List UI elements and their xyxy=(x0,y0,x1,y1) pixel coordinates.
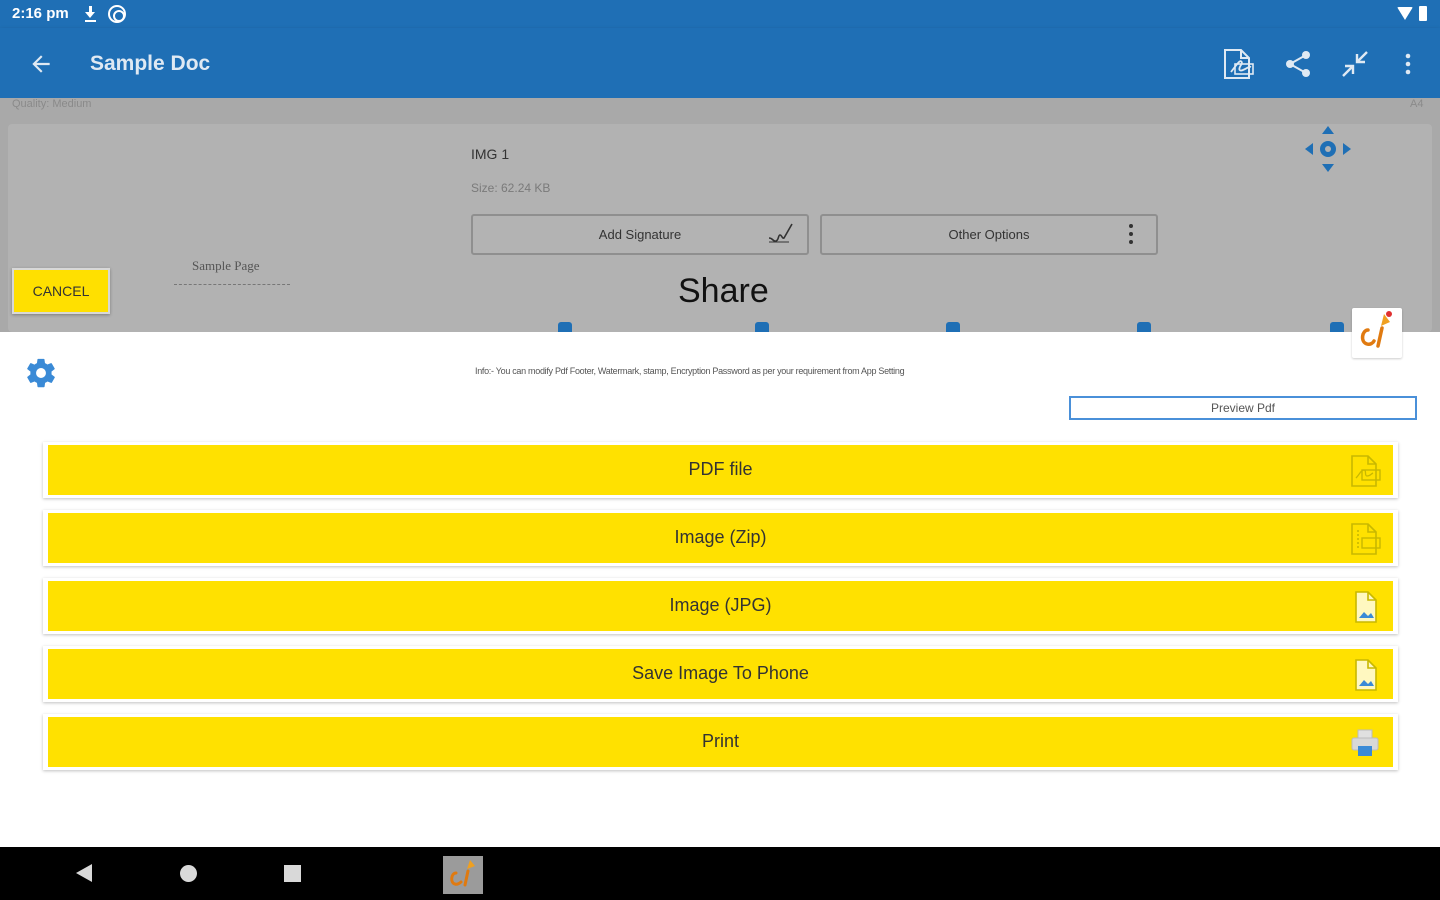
collapse-icon[interactable] xyxy=(1337,46,1373,82)
status-time: 2:16 pm xyxy=(12,5,69,22)
sample-page-thumbnail: Sample Page xyxy=(192,258,260,273)
wifi-icon xyxy=(1397,7,1413,20)
download-icon xyxy=(83,3,97,23)
app-bar: Sample Doc xyxy=(0,28,1440,98)
peek-icon xyxy=(558,322,572,332)
image-size: Size: 62.24 KB xyxy=(471,181,551,195)
share-option-pdf-file[interactable]: PDF file xyxy=(43,442,1398,498)
printer-icon xyxy=(1351,729,1379,756)
quality-label: Quality: Medium xyxy=(12,98,92,110)
share-option-image-zip[interactable]: Image (Zip) xyxy=(43,510,1398,566)
share-option-print[interactable]: Print xyxy=(43,714,1398,770)
share-option-save-image[interactable]: Save Image To Phone xyxy=(43,646,1398,702)
share-title: Share xyxy=(678,272,769,310)
sync-status-icon xyxy=(108,5,126,23)
option-label: Print xyxy=(701,731,739,751)
signature-icon xyxy=(768,223,793,243)
page-title: Sample Doc xyxy=(90,52,211,75)
back-arrow-icon[interactable] xyxy=(28,51,54,77)
move-icon[interactable] xyxy=(1304,124,1352,174)
nav-home-icon[interactable] xyxy=(180,865,197,882)
status-bar: 2:16 pm xyxy=(0,0,1440,28)
preview-pdf-button[interactable]: Preview Pdf xyxy=(1069,396,1417,420)
add-signature-button[interactable]: Add Signature xyxy=(471,214,809,255)
cancel-button[interactable]: CANCEL xyxy=(12,268,110,314)
navigation-bar xyxy=(0,847,1440,900)
peek-icon xyxy=(755,322,769,332)
nav-recents-icon[interactable] xyxy=(284,865,301,882)
pdf-sign-icon[interactable] xyxy=(1221,46,1257,82)
image-title: IMG 1 xyxy=(471,146,510,162)
image-file-icon xyxy=(1355,659,1377,691)
pdf-file-icon xyxy=(1351,455,1381,487)
peek-icon xyxy=(1137,322,1151,332)
peek-icon xyxy=(1330,322,1344,332)
option-label: Save Image To Phone xyxy=(632,663,809,683)
option-label: Image (Zip) xyxy=(674,527,767,547)
dimmed-background: Quality: Medium A4 IMG 1 Size: 62.24 KB … xyxy=(0,98,1440,332)
app-logo xyxy=(1352,308,1402,358)
other-options-button[interactable]: Other Options xyxy=(820,214,1158,255)
nav-back-icon[interactable] xyxy=(76,864,92,882)
app-logo-icon xyxy=(450,860,475,887)
other-options-label: Other Options xyxy=(948,227,1030,242)
image-file-icon xyxy=(1355,591,1377,623)
share-icon[interactable] xyxy=(1280,46,1316,82)
recent-app-icon[interactable] xyxy=(443,856,483,894)
share-option-image-jpg[interactable]: Image (JPG) xyxy=(43,578,1398,634)
more-vert-icon xyxy=(1128,224,1134,248)
add-signature-label: Add Signature xyxy=(598,227,682,242)
option-label: PDF file xyxy=(688,459,753,479)
info-text: Info:- You can modify Pdf Footer, Waterm… xyxy=(475,366,905,376)
gear-icon[interactable] xyxy=(24,356,58,390)
battery-icon xyxy=(1419,6,1427,21)
page-size-label: A4 xyxy=(1410,98,1424,110)
option-label: Image (JPG) xyxy=(669,595,772,615)
zip-file-icon xyxy=(1351,523,1381,555)
more-vert-icon[interactable] xyxy=(1390,46,1426,82)
share-bottom-sheet: Info:- You can modify Pdf Footer, Waterm… xyxy=(0,332,1440,847)
thumbnail-line xyxy=(174,284,290,285)
peek-icon xyxy=(946,322,960,332)
app-logo-icon xyxy=(1360,311,1392,348)
